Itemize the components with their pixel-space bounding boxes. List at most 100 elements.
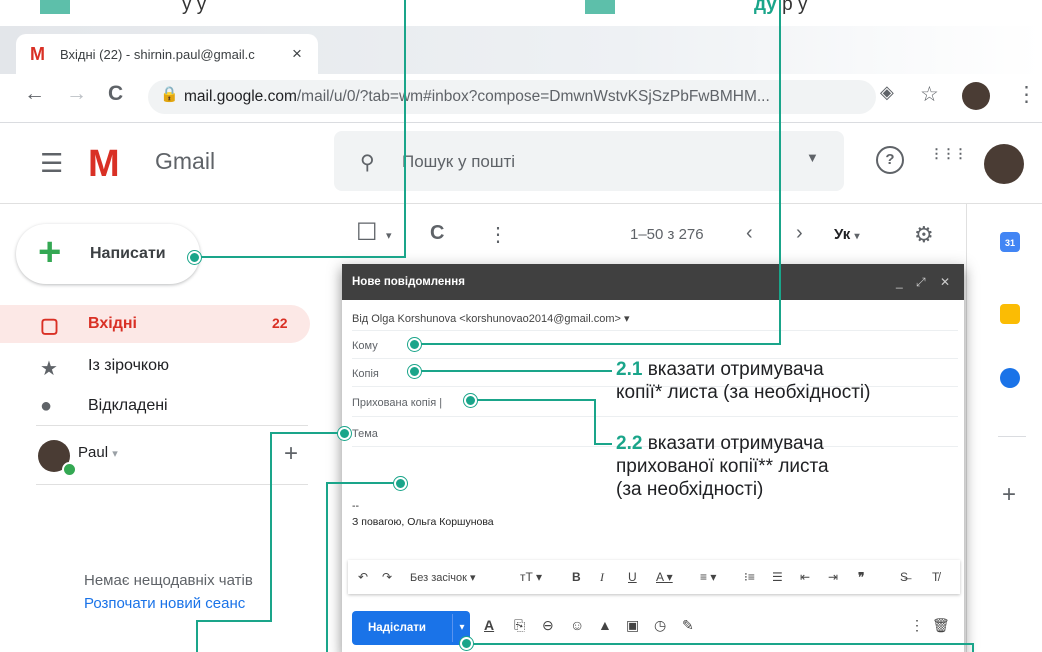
lock-icon: 🔒 [160,86,179,103]
search-options-chevron-icon[interactable]: ▼ [806,150,819,165]
signature-text: З повагою, Ольга Коршунова [352,516,494,528]
insert-link-icon[interactable]: ⊖ [542,617,554,634]
sidebar-item-snoozed[interactable]: Відкладені [88,397,168,415]
annotation-marker-right [585,0,615,14]
select-chevron-down-icon[interactable]: ▾ [386,229,392,242]
text-color-icon[interactable]: A ▾ [656,570,673,584]
font-size-icon[interactable]: тT ▾ [520,570,542,584]
sidebar-item-label: Вхідні [88,315,137,332]
formatting-options-icon[interactable]: A [484,617,494,633]
search-input[interactable]: Пошук у пошті [402,152,515,172]
calendar-icon[interactable]: 31 [1000,232,1020,252]
callout-2-2-text-3: (за необхідності) [616,479,764,500]
to-field[interactable]: Кому [352,340,378,352]
align-icon[interactable]: ≡ ▾ [700,570,716,584]
undo-icon[interactable]: ↶ [358,570,368,584]
prev-page-icon[interactable]: ‹ [746,222,753,245]
quote-icon[interactable]: ❞ [858,570,864,584]
callout-line [470,643,974,645]
attach-file-icon[interactable]: ⎘ [514,617,525,634]
callout-2-2-text: вказати отримувача [647,433,824,454]
cc-field[interactable]: Копія [352,368,379,380]
callout-line [594,443,612,445]
indent-more-icon[interactable]: ⇥ [828,570,838,584]
confidential-mode-icon[interactable]: ◷ [654,617,666,634]
search-icon[interactable]: ⚲ [360,150,375,175]
from-field[interactable]: Від Olga Korshunova <korshunovao2014@gma… [352,312,629,325]
callout-dot [464,394,477,407]
clock-icon: ● [40,395,53,417]
compose-title: Нове повідомлення [352,276,465,288]
browser-menu-icon[interactable]: ⋮ [1016,82,1037,107]
callout-line [472,399,596,401]
redo-icon[interactable]: ↷ [382,570,392,584]
callout-dot [460,637,473,650]
pagination-text: 1–50 з 276 [630,226,704,243]
callout-2-1: 2.1 вказати отримувача копії* листа (за … [616,358,870,404]
new-chat-plus-icon[interactable]: + [284,440,298,468]
add-addon-plus-icon[interactable]: + [1002,481,1016,509]
field-divider [352,330,958,331]
remove-formatting-icon[interactable]: T̸ [932,570,939,584]
callout-line [326,482,398,484]
field-divider [352,416,958,417]
keep-icon[interactable] [1000,304,1020,324]
browser-profile-avatar[interactable] [962,82,990,110]
reload-icon[interactable]: C [108,82,123,106]
underline-icon[interactable]: U [628,570,637,584]
settings-gear-icon[interactable]: ⚙ [914,222,934,248]
gmail-app-name: Gmail [155,148,216,174]
emoji-icon[interactable]: ☺ [570,617,584,633]
input-language-selector[interactable]: Ук ▾ [834,226,859,243]
font-family-select[interactable]: Без засічок ▾ [410,571,476,584]
more-options-icon[interactable]: ⋮ [488,222,508,247]
language-chevron-down-icon: ▾ [854,231,860,242]
signature-pen-icon[interactable]: ✎ [682,617,694,634]
bold-icon[interactable]: B [572,570,581,584]
insert-photo-icon[interactable]: ▣ [626,617,639,634]
start-new-session-link[interactable]: Розпочати новий сеанс [84,595,245,612]
url-host: mail.google.com [184,88,297,105]
callout-2-1-text: вказати отримувача [647,359,824,380]
select-all-checkbox[interactable]: ☐ [356,218,378,247]
gmail-logo-icon[interactable]: M [88,143,120,186]
italic-icon[interactable]: I [600,570,604,585]
callout-line [416,343,781,345]
star-icon: ★ [40,358,58,380]
more-options-icon[interactable]: ⋮ [910,617,924,634]
numbered-list-icon[interactable]: ⁝≡ [744,570,755,584]
next-page-icon[interactable]: › [796,222,803,245]
drive-icon[interactable]: ▲ [598,617,612,633]
help-icon[interactable]: ? [876,146,904,174]
callout-line [196,620,198,652]
url-text[interactable]: mail.google.com/mail/u/0/?tab=wm#inbox?c… [184,88,770,106]
top-annotation-strip [0,0,1042,16]
indent-less-icon[interactable]: ⇤ [800,570,810,584]
tasks-icon[interactable] [1000,368,1020,388]
main-menu-icon[interactable]: ☰ [40,148,63,179]
sidebar-item-starred[interactable]: Із зірочкою [88,357,169,375]
account-avatar[interactable] [984,144,1024,184]
close-icon[interactable]: ✕ [940,275,950,289]
chat-user-name[interactable]: Paul ▾ [78,444,118,461]
callout-line [594,399,596,445]
forward-arrow-icon[interactable]: → [66,82,87,106]
strikethrough-icon[interactable]: S̶ [900,570,908,584]
discard-trash-icon[interactable]: 🗑 [932,617,950,634]
callout-line [326,482,328,652]
signature-dashes: -- [352,500,359,512]
back-arrow-icon[interactable]: ← [24,82,45,106]
online-status-dot [62,462,77,477]
compose-button-label: Написати [90,245,166,262]
side-panel-divider [966,204,967,652]
bcc-field[interactable]: Прихована копія | [352,397,442,409]
refresh-icon[interactable]: C [430,222,444,245]
apps-grid-icon[interactable]: ⋮⋮⋮ [930,147,967,160]
expand-icon[interactable]: ⤢ [916,275,926,290]
bookmark-star-icon[interactable]: ☆ [920,82,939,107]
subject-field[interactable]: Тема [352,428,378,440]
minimize-icon[interactable]: _ [896,275,903,289]
extension-icon[interactable]: ◈ [880,82,894,103]
bulleted-list-icon[interactable]: ☰ [772,570,783,584]
tab-close-icon[interactable]: × [292,44,302,64]
